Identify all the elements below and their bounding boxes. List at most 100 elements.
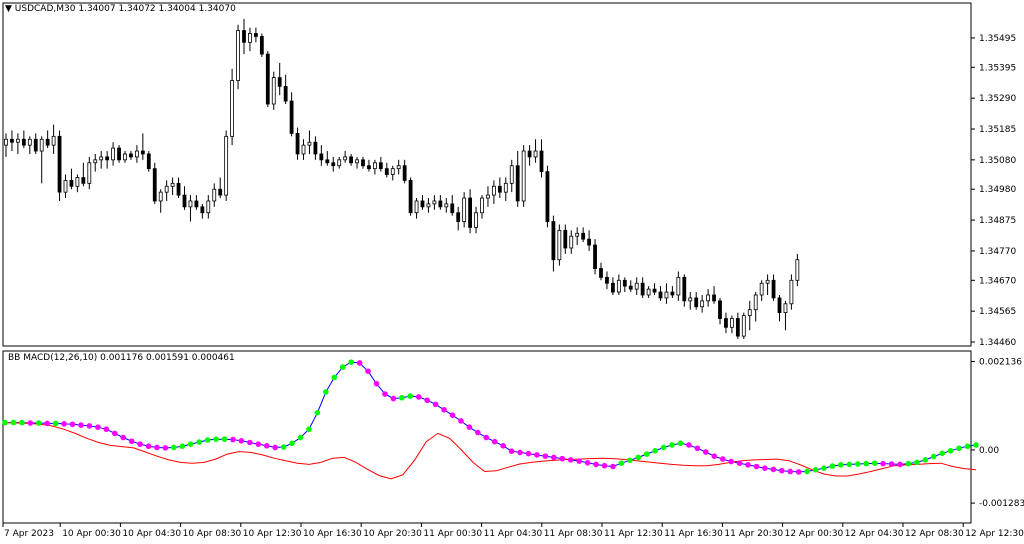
macd-dot-down	[736, 460, 743, 466]
candle-body	[718, 300, 722, 319]
macd-dot-down	[508, 448, 515, 454]
collapse-arrow-icon[interactable]: ▼	[5, 4, 12, 14]
macd-dot-down	[551, 454, 557, 461]
candle-body	[527, 150, 532, 158]
macd-dot-up	[804, 468, 810, 475]
macd-dot-down	[44, 420, 51, 427]
candle-body	[27, 138, 32, 146]
candle-body	[569, 235, 574, 249]
macd-dot-down	[230, 436, 236, 443]
macd-dot-up	[204, 437, 211, 443]
macd-dot-up	[863, 460, 870, 467]
macd-dot-down	[719, 456, 726, 462]
macd-dot-down	[458, 418, 464, 424]
price-axis-label: 1.34565	[979, 307, 1016, 317]
macd-dot-down	[111, 430, 118, 437]
price-axis-label: 1.34460	[979, 338, 1016, 348]
macd-dot-up	[10, 419, 17, 426]
candle-body	[283, 85, 288, 102]
macd-dot-down	[576, 458, 582, 464]
macd-dot-down	[69, 421, 76, 428]
candle-body	[497, 185, 502, 193]
candle-body	[75, 177, 80, 187]
price-ohlc: 1.34007 1.34072 1.34004 1.34070	[78, 4, 236, 14]
candle-body	[771, 279, 776, 299]
candle-body	[248, 33, 252, 43]
candle-body	[69, 180, 74, 187]
price-axis-label: 1.35395	[979, 63, 1016, 73]
candle-body	[426, 203, 431, 208]
candle-body	[700, 300, 705, 308]
macd-dot-down	[525, 450, 532, 457]
candle-body	[777, 297, 782, 314]
candle-body	[581, 232, 586, 240]
macd-dot-up	[930, 453, 937, 460]
candle-body	[87, 162, 92, 184]
macd-dot-down	[694, 445, 701, 452]
macd-dot-down	[491, 438, 498, 445]
candle-body	[509, 165, 514, 184]
macd-dot-up	[196, 439, 202, 445]
candle-body	[420, 200, 425, 208]
macd-dot-down	[255, 441, 262, 447]
candle-body	[515, 165, 520, 202]
macd-axis-label: -0.001283	[979, 499, 1024, 509]
macd-axis-label: 0.00	[979, 446, 999, 456]
macd-name: BB MACD(12,26,10)	[8, 353, 98, 363]
candle-body	[557, 229, 562, 261]
candle-body	[242, 30, 246, 43]
macd-dot-up	[323, 389, 329, 395]
candle-body	[4, 138, 8, 146]
time-axis-label: 10 Apr 16:30	[303, 529, 362, 539]
candle-body	[575, 232, 580, 237]
macd-dot-down	[897, 461, 903, 468]
candle-body	[21, 138, 26, 146]
candle-body	[474, 212, 478, 228]
candle-body	[450, 203, 455, 214]
candle-body	[236, 30, 240, 81]
macd-dot-up	[854, 461, 861, 467]
candle-body	[634, 282, 639, 290]
macd-dot-down	[559, 455, 566, 462]
candle-body	[33, 138, 38, 152]
candle-body	[384, 168, 389, 175]
candle-body	[414, 200, 419, 214]
price-axis-label: 1.34875	[979, 216, 1016, 226]
candle-body	[551, 221, 556, 261]
macd-dot-up	[812, 467, 819, 473]
macd-dot-down	[745, 462, 751, 468]
price-axis-label: 1.34770	[979, 247, 1016, 257]
macd-dot-down	[753, 463, 760, 470]
candle-body	[402, 165, 407, 181]
candle-body	[337, 159, 342, 167]
macd-dot-up	[331, 374, 338, 381]
candle-body	[271, 77, 276, 105]
time-axis-label: 10 Apr 08:30	[183, 529, 242, 539]
macd-dot-up	[846, 461, 853, 468]
macd-dot-up	[306, 426, 312, 433]
macd-dot-up	[618, 460, 625, 466]
candle-body	[176, 182, 181, 196]
macd-dot-up	[289, 440, 295, 447]
macd-dot-down	[238, 438, 245, 444]
macd-dot-down	[95, 424, 101, 430]
macd-dot-up	[871, 460, 878, 466]
macd-dot-up	[947, 447, 954, 454]
candle-body	[765, 279, 770, 284]
candle-body	[468, 197, 473, 228]
candle-body	[432, 200, 437, 205]
candle-body	[789, 279, 794, 305]
candle-body	[206, 200, 211, 214]
macd-dot-down	[373, 380, 380, 387]
candle-body	[111, 147, 115, 161]
candle-body	[462, 197, 467, 222]
candle-body	[265, 53, 270, 105]
candle-body	[599, 268, 603, 278]
candle-body	[259, 36, 264, 55]
candle-body	[545, 171, 550, 222]
time-axis-label: 10 Apr 12:30	[243, 529, 302, 539]
macd-dot-down	[711, 453, 718, 459]
macd-dot-down	[162, 445, 169, 451]
candle-body	[652, 288, 657, 293]
time-axis-label: 12 Apr 04:30	[845, 529, 904, 539]
